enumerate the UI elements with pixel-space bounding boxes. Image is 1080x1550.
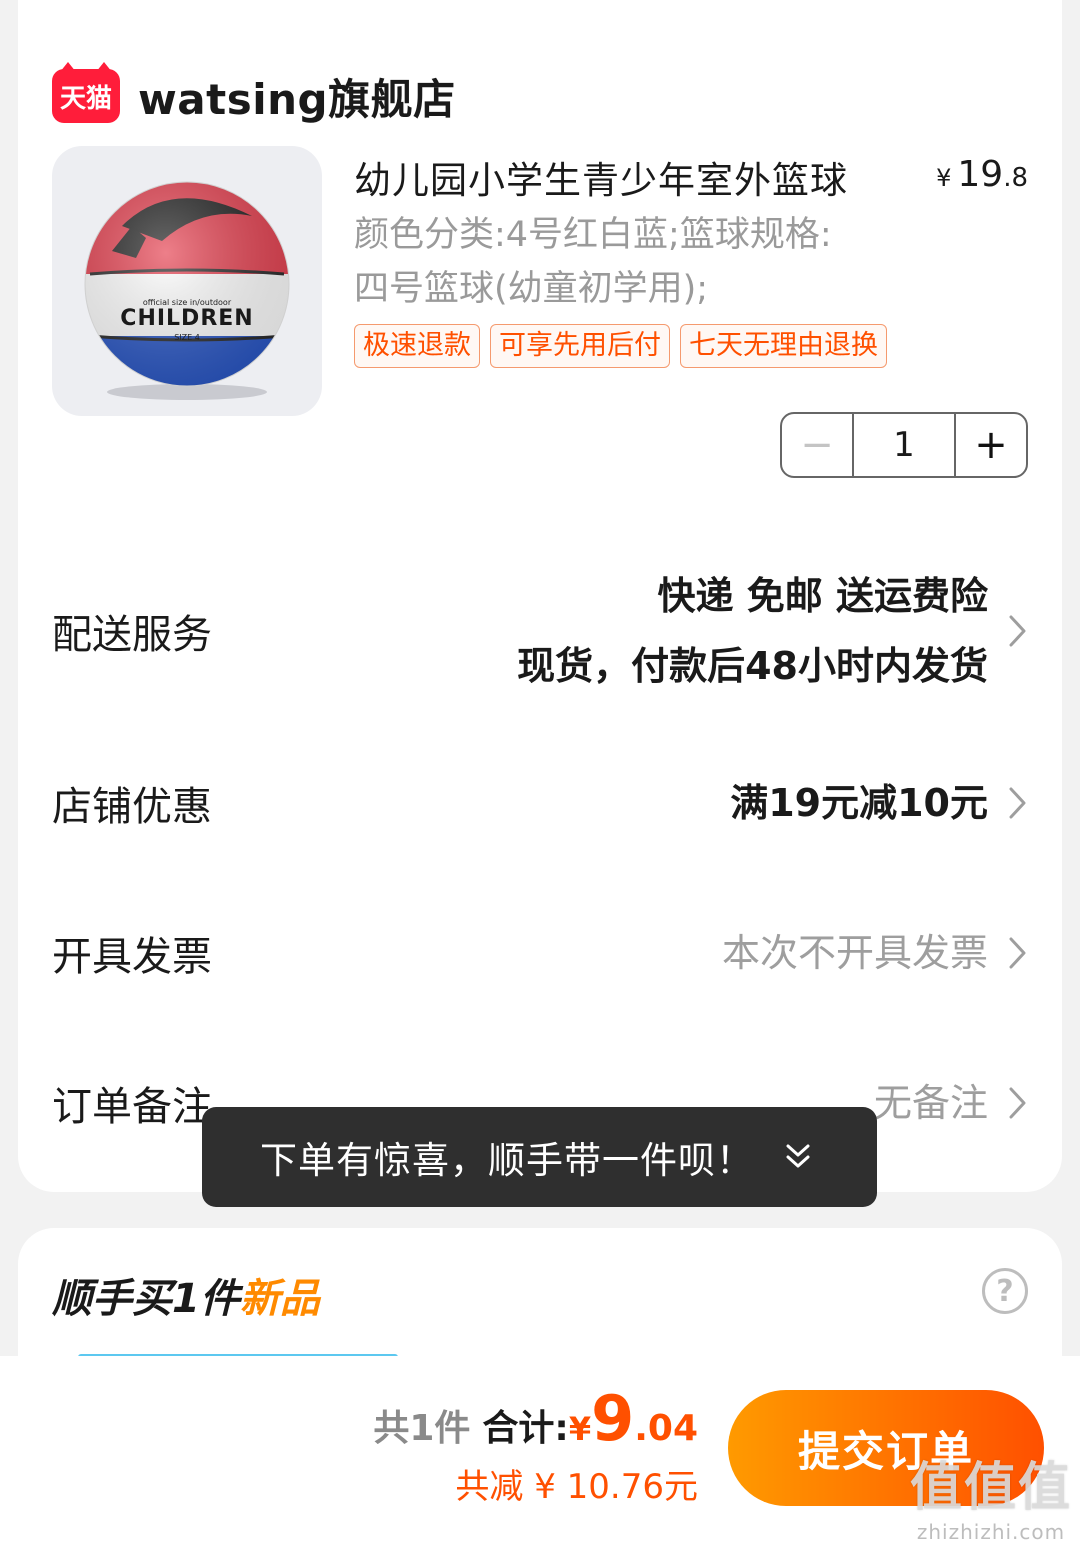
- addon-title-prefix: 顺手买1件: [52, 1276, 240, 1322]
- tag-7day-return: 七天无理由退换: [680, 324, 887, 368]
- total-symbol: ¥: [568, 1410, 592, 1448]
- invoice-label: 开具发票: [52, 934, 212, 980]
- order-totals: 共1件 合计:¥9.04 共减 ¥ 10.76元: [373, 1382, 698, 1508]
- chevron-right-icon: [994, 786, 1028, 820]
- delivery-value: 快递 免邮 送运费险 现货，付款后48小时内发货: [517, 561, 988, 701]
- addon-title-accent: 新品: [239, 1276, 320, 1322]
- coupon-label: 店铺优惠: [52, 784, 212, 830]
- chevron-right-icon: [994, 614, 1028, 648]
- delivery-row[interactable]: 配送服务 快递 免邮 送运费险 现货，付款后48小时内发货: [52, 556, 1028, 706]
- delivery-line-1: 快递 免邮 送运费险: [657, 574, 988, 618]
- watermark-url: zhizhizhi.com: [916, 1520, 1066, 1544]
- double-chevron-down-icon[interactable]: [784, 1142, 812, 1172]
- basketball-image: [84, 181, 290, 400]
- decrease-button[interactable]: −: [782, 414, 854, 476]
- coupon-row[interactable]: 店铺优惠 满19元减10元: [52, 768, 1028, 838]
- delivery-label: 配送服务: [52, 612, 212, 658]
- product-image-size-text: SIZE 4: [174, 333, 200, 342]
- help-icon[interactable]: ?: [982, 1268, 1028, 1314]
- shop-name[interactable]: watsing旗舰店: [138, 66, 456, 127]
- tag-fast-refund: 极速退款: [354, 324, 480, 368]
- chevron-right-icon: [994, 936, 1028, 970]
- product-image-label: CHILDREN: [120, 306, 254, 331]
- spec-line-2: 四号篮球(幼童初学用);: [354, 269, 709, 309]
- promo-toast[interactable]: 下单有惊喜，顺手带一件呗！: [202, 1107, 877, 1207]
- note-value: 无备注: [873, 1081, 988, 1125]
- item-count: 共1件: [373, 1408, 471, 1449]
- shop-header[interactable]: 天猫 watsing旗舰店: [52, 62, 456, 127]
- product-spec[interactable]: 颜色分类:4号红白蓝;篮球规格: 四号篮球(幼童初学用);: [354, 208, 914, 316]
- total-label: 合计:: [482, 1408, 569, 1449]
- product-image[interactable]: official size in/outdoor CHILDREN SIZE 4: [52, 146, 322, 416]
- price-decimal: .8: [1003, 163, 1028, 193]
- increase-button[interactable]: +: [954, 414, 1026, 476]
- checkout-bar: 共1件 合计:¥9.04 共减 ¥ 10.76元 提交订单 值值值 zhizhiz…: [0, 1356, 1080, 1550]
- product-title[interactable]: 幼儿园小学生青少年室外篮球: [354, 150, 848, 204]
- watermark: 值值值 zhizhizhi.com: [910, 1445, 1072, 1544]
- chevron-right-icon: [994, 1086, 1028, 1120]
- delivery-line-2: 现货，付款后48小时内发货: [517, 644, 988, 688]
- invoice-value: 本次不开具发票: [721, 931, 988, 975]
- product-price: ¥19.8: [936, 154, 1028, 195]
- spec-line-1: 颜色分类:4号红白蓝;篮球规格:: [354, 215, 832, 255]
- total-decimal: .04: [634, 1408, 698, 1449]
- addon-title: 顺手买1件新品: [52, 1266, 320, 1324]
- price-integer: 19: [957, 154, 1004, 195]
- quantity-stepper: − 1 +: [780, 412, 1028, 478]
- total-integer: 9: [591, 1382, 635, 1455]
- order-card: 天猫 watsing旗舰店 official size in/outdoor C…: [18, 0, 1062, 1192]
- total-line: 共1件 合计:¥9.04: [373, 1382, 698, 1455]
- quantity-value[interactable]: 1: [854, 414, 954, 476]
- discount-total: 共减 ¥ 10.76元: [455, 1467, 698, 1507]
- watermark-logo: 值值值: [909, 1458, 1072, 1518]
- coupon-value: 满19元减10元: [730, 781, 988, 825]
- tag-pay-later: 可享先用后付: [490, 324, 670, 368]
- invoice-row[interactable]: 开具发票 本次不开具发票: [52, 918, 1028, 988]
- total-amount: ¥9.04: [568, 1382, 698, 1455]
- note-label: 订单备注: [52, 1084, 212, 1130]
- service-tags: 极速退款 可享先用后付 七天无理由退换: [354, 324, 887, 368]
- price-symbol: ¥: [936, 164, 952, 192]
- toast-text: 下单有惊喜，顺手带一件呗！: [260, 1139, 754, 1182]
- tmall-logo: 天猫: [52, 62, 120, 123]
